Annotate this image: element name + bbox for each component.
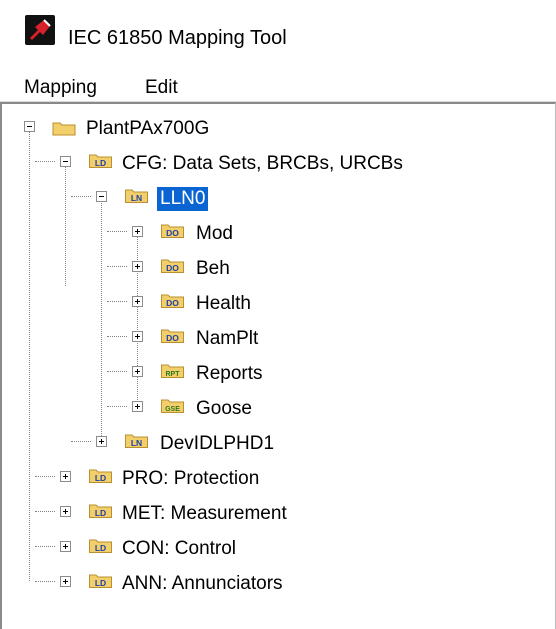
expand-toggle[interactable] [60, 541, 71, 552]
tree-node-do-namplt[interactable]: NamPlt [196, 327, 258, 351]
expand-toggle[interactable] [132, 331, 143, 342]
tree-node-rpt-reports[interactable]: Reports [196, 362, 263, 386]
ld-folder-icon: LD [89, 504, 112, 518]
folder-icon [52, 122, 76, 136]
expand-toggle[interactable] [132, 226, 143, 237]
expand-toggle[interactable] [132, 261, 143, 272]
tree-connector [35, 476, 55, 477]
expand-toggle[interactable] [132, 366, 143, 377]
ld-folder-icon: LD [89, 539, 112, 553]
tree-node-do-beh[interactable]: Beh [196, 257, 230, 281]
ld-badge: LD [95, 508, 106, 518]
tree-connector [35, 511, 55, 512]
menu-edit[interactable]: Edit [145, 77, 178, 99]
ln-folder-icon: LN [125, 434, 148, 448]
ld-badge: LD [95, 158, 106, 168]
tree-node-ld-cfg[interactable]: CFG: Data Sets, BRCBs, URCBs [122, 152, 403, 176]
do-badge: DO [166, 263, 179, 273]
tree-node-ld-con[interactable]: CON: Control [122, 537, 236, 561]
ld-folder-icon: LD [89, 574, 112, 588]
ld-folder-icon: LD [89, 154, 112, 168]
tree-connector [29, 131, 30, 581]
tree-connector [107, 406, 127, 407]
ld-badge: LD [95, 543, 106, 553]
tree-node-ld-met[interactable]: MET: Measurement [122, 502, 287, 526]
rpt-folder-icon: RPT [161, 364, 184, 378]
ln-badge: LN [131, 438, 142, 448]
tree-node-ld-pro[interactable]: PRO: Protection [122, 467, 259, 491]
app-window: IEC 61850 Mapping Tool Mapping Edit Plan… [0, 0, 556, 629]
tree-node-gse-goose[interactable]: Goose [196, 397, 252, 421]
tree-node-ln-lln0[interactable]: LLN0 [157, 187, 209, 211]
do-folder-icon: DO [161, 259, 184, 273]
expand-toggle[interactable] [60, 506, 71, 517]
tree-connector [107, 336, 127, 337]
tree-node-ld-ann[interactable]: ANN: Annunciators [122, 572, 283, 596]
expand-toggle[interactable] [132, 296, 143, 307]
expand-toggle[interactable] [60, 576, 71, 587]
ld-folder-icon: LD [89, 469, 112, 483]
ld-badge: LD [95, 473, 106, 483]
expand-toggle[interactable] [132, 401, 143, 412]
tree-connector [107, 301, 127, 302]
menu-mapping[interactable]: Mapping [24, 77, 97, 99]
ld-badge: LD [95, 578, 106, 588]
ln-badge: LN [131, 193, 142, 203]
mapping-tree[interactable]: PlantPAx700G LD CFG: Data Sets, BRCBs, U… [0, 102, 556, 629]
do-folder-icon: DO [161, 224, 184, 238]
tree-node-root[interactable]: PlantPAx700G [86, 117, 209, 141]
collapse-toggle[interactable] [60, 156, 71, 167]
title-bar: IEC 61850 Mapping Tool [0, 0, 556, 61]
do-badge: DO [166, 333, 179, 343]
collapse-toggle[interactable] [24, 121, 35, 132]
tree-connector [65, 166, 66, 286]
do-badge: DO [166, 228, 179, 238]
app-logo-icon [25, 15, 55, 45]
do-folder-icon: DO [161, 294, 184, 308]
tree-connector [107, 231, 127, 232]
collapse-toggle[interactable] [96, 191, 107, 202]
tree-connector [107, 266, 127, 267]
tree-node-do-health[interactable]: Health [196, 292, 251, 316]
menu-bar: Mapping Edit [0, 60, 556, 102]
tree-connector [107, 371, 127, 372]
do-badge: DO [166, 298, 179, 308]
gse-badge: GSE [165, 406, 180, 413]
gse-folder-icon: GSE [161, 399, 184, 413]
do-folder-icon: DO [161, 329, 184, 343]
tree-node-ln-devid[interactable]: DevIDLPHD1 [160, 432, 274, 456]
rpt-badge: RPT [166, 371, 181, 378]
tree-connector [101, 200, 102, 440]
expand-toggle[interactable] [96, 436, 107, 447]
tree-connector [35, 546, 55, 547]
ln-folder-icon: LN [125, 189, 148, 203]
tree-connector [35, 161, 55, 162]
tree-connector [35, 581, 55, 582]
window-title: IEC 61850 Mapping Tool [68, 27, 287, 49]
tree-node-do-mod[interactable]: Mod [196, 222, 233, 246]
expand-toggle[interactable] [60, 471, 71, 482]
tree-connector [71, 196, 91, 197]
tree-connector [71, 441, 91, 442]
